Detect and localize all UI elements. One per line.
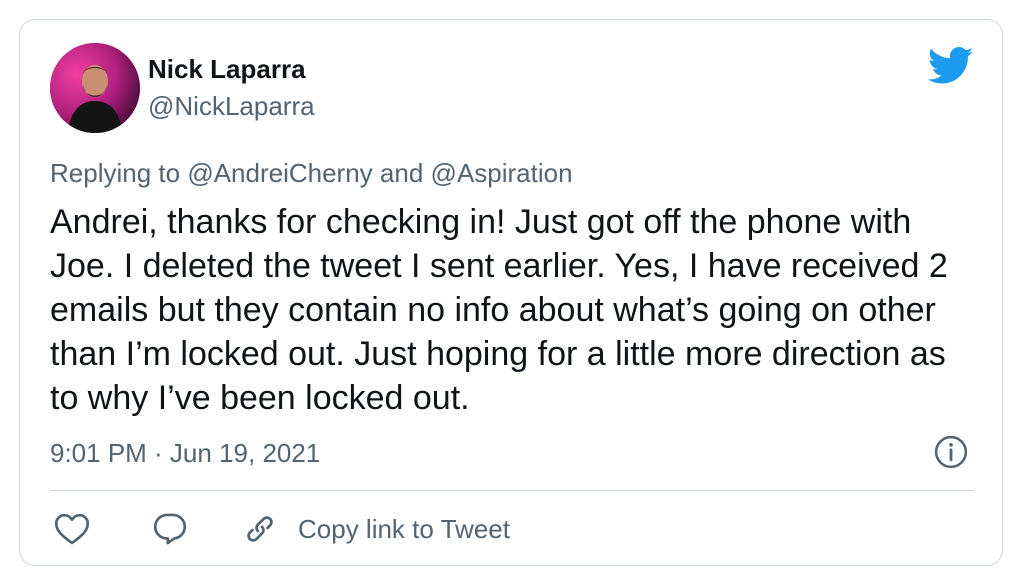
tweet-text: Andrei, thanks for checking in! Just got…: [50, 203, 948, 417]
author-display-name[interactable]: Nick Laparra: [148, 53, 306, 85]
replying-to-line: Replying to @AndreiCherny and @Aspiratio…: [50, 156, 573, 190]
link-icon: [247, 516, 273, 542]
replying-joiner: and: [379, 158, 424, 188]
replying-prefix: Replying to: [50, 158, 181, 188]
divider: [50, 490, 974, 491]
avatar-portrait-icon: [50, 43, 140, 133]
speech-bubble-icon: [153, 513, 187, 545]
info-icon[interactable]: [934, 435, 968, 469]
like-button[interactable]: [54, 510, 90, 548]
tweet-timestamp[interactable]: 9:01 PM · Jun 19, 2021: [50, 436, 320, 470]
tweet-card: Nick Laparra @NickLaparra Replying to @A…: [19, 19, 1003, 566]
reply-button[interactable]: [152, 510, 188, 548]
mention-link-aspiration[interactable]: @Aspiration: [431, 158, 573, 188]
copy-link-label: Copy link to Tweet: [298, 514, 510, 544]
heart-icon: [54, 513, 90, 545]
author-handle[interactable]: @NickLaparra: [148, 90, 315, 122]
mention-link-andreicherny[interactable]: @AndreiCherny: [187, 158, 372, 188]
copy-link-button[interactable]: Copy link to Tweet: [242, 510, 510, 548]
avatar[interactable]: [50, 43, 140, 133]
twitter-bird-icon[interactable]: [928, 47, 974, 85]
